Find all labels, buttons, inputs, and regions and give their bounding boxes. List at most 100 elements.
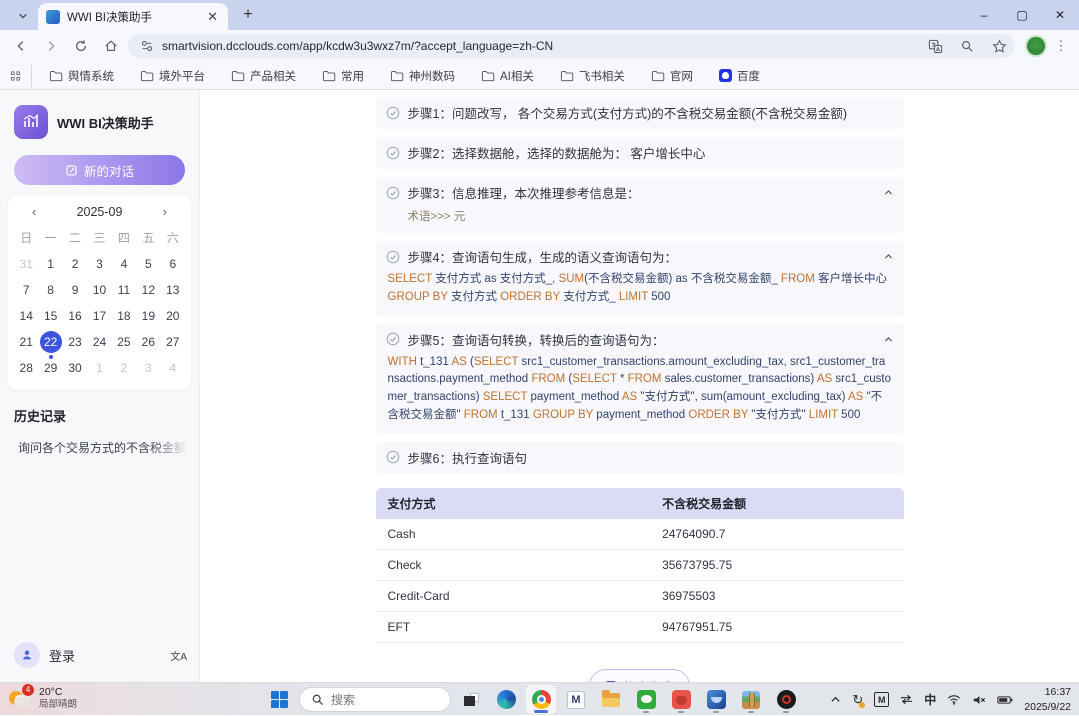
wifi-icon[interactable] bbox=[947, 694, 961, 705]
calendar-day[interactable]: 11 bbox=[112, 279, 136, 302]
tray-m-app-icon[interactable]: M bbox=[874, 692, 889, 707]
search-tabs-icon[interactable] bbox=[955, 35, 979, 57]
bookmark-item[interactable]: 境外平台 bbox=[131, 65, 214, 87]
markdown-app-button[interactable]: M bbox=[561, 685, 591, 714]
calendar-day[interactable]: 25 bbox=[112, 331, 136, 354]
bookmark-item[interactable]: 官网 bbox=[642, 65, 702, 87]
window-maximize-button[interactable]: ▢ bbox=[1003, 0, 1041, 30]
chevron-up-icon[interactable] bbox=[883, 251, 894, 262]
home-icon[interactable] bbox=[98, 33, 124, 59]
start-button[interactable] bbox=[264, 685, 294, 714]
battery-icon[interactable] bbox=[997, 695, 1013, 705]
task-view-button[interactable] bbox=[456, 685, 486, 714]
stop-generating-button[interactable]: 停止生成 bbox=[589, 669, 690, 682]
calendar-day[interactable]: 7 bbox=[14, 279, 38, 302]
window-close-button[interactable]: ✕ bbox=[1041, 0, 1079, 30]
new-chat-button[interactable]: 新的对话 bbox=[14, 155, 185, 185]
calendar-day[interactable]: 5 bbox=[136, 253, 160, 276]
taskbar-search[interactable] bbox=[299, 687, 451, 712]
language-switch-icon[interactable]: 文A bbox=[170, 648, 187, 663]
calendar-day[interactable]: 27 bbox=[161, 331, 185, 354]
calendar-day[interactable]: 9 bbox=[63, 279, 87, 302]
calendar-day[interactable]: 1 bbox=[87, 357, 111, 380]
file-explorer-button[interactable] bbox=[596, 685, 626, 714]
forward-icon[interactable] bbox=[38, 33, 64, 59]
bookmark-item[interactable]: 神州数码 bbox=[381, 65, 464, 87]
step-row[interactable]: 步骤2：选择数据舱，选择的数据舱为： 客户增长中心 bbox=[376, 137, 904, 169]
calendar-day[interactable]: 22 bbox=[38, 331, 62, 354]
calendar-day[interactable]: 2 bbox=[63, 253, 87, 276]
edge-button[interactable] bbox=[491, 685, 521, 714]
archive-app-button[interactable] bbox=[736, 685, 766, 714]
history-item[interactable]: 询问各个交易方式的不含税金额 bbox=[18, 435, 189, 460]
bookmark-item[interactable]: 常用 bbox=[313, 65, 373, 87]
calendar-day[interactable]: 28 bbox=[14, 357, 38, 380]
cat-app-button[interactable] bbox=[666, 685, 696, 714]
blue-app-button[interactable] bbox=[701, 685, 731, 714]
calendar-day[interactable]: 31 bbox=[14, 253, 38, 276]
bookmark-item[interactable]: 舆情系统 bbox=[40, 65, 123, 87]
url-text[interactable]: smartvision.dcclouds.com/app/kcdw3u3wxz7… bbox=[162, 39, 915, 53]
input-method-indicator[interactable]: 中 bbox=[924, 691, 936, 708]
window-minimize-button[interactable]: – bbox=[965, 0, 1003, 30]
calendar-day[interactable]: 8 bbox=[38, 279, 62, 302]
calendar-day[interactable]: 17 bbox=[87, 305, 111, 328]
bookmark-item[interactable]: 产品相关 bbox=[222, 65, 305, 87]
calendar-day[interactable]: 4 bbox=[112, 253, 136, 276]
calendar-day[interactable]: 24 bbox=[87, 331, 111, 354]
calendar-day[interactable]: 20 bbox=[161, 305, 185, 328]
calendar-day[interactable]: 1 bbox=[38, 253, 62, 276]
music-app-button[interactable] bbox=[771, 685, 801, 714]
calendar-next-icon[interactable]: › bbox=[159, 204, 171, 219]
calendar-day[interactable]: 15 bbox=[38, 305, 62, 328]
calendar-prev-icon[interactable]: ‹ bbox=[28, 204, 40, 219]
bookmark-item[interactable]: AI相关 bbox=[472, 65, 543, 87]
bookmark-star-icon[interactable] bbox=[987, 35, 1011, 57]
calendar-day[interactable]: 4 bbox=[161, 357, 185, 380]
calendar-day[interactable]: 3 bbox=[87, 253, 111, 276]
calendar-day[interactable]: 6 bbox=[161, 253, 185, 276]
calendar-day[interactable]: 3 bbox=[136, 357, 160, 380]
profile-avatar[interactable] bbox=[1025, 35, 1047, 57]
calendar-day[interactable]: 14 bbox=[14, 305, 38, 328]
bookmark-item[interactable]: 飞书相关 bbox=[551, 65, 634, 87]
calendar-day[interactable]: 26 bbox=[136, 331, 160, 354]
calendar-day[interactable]: 2 bbox=[112, 357, 136, 380]
calendar-day[interactable]: 12 bbox=[136, 279, 160, 302]
new-tab-button[interactable]: + bbox=[236, 3, 260, 27]
site-info-icon[interactable] bbox=[140, 39, 154, 53]
browser-menu-icon[interactable]: ⋮ bbox=[1051, 35, 1071, 57]
step-row[interactable]: 步骤1：问题改写， 各个交易方式(支付方式)的不含税交易金额(不含税交易金额) bbox=[376, 97, 904, 129]
chevron-up-icon[interactable] bbox=[883, 187, 894, 198]
taskbar-weather-widget[interactable]: 4 20°C 局部晴朗 bbox=[8, 686, 77, 711]
back-icon[interactable] bbox=[8, 33, 34, 59]
chrome-button[interactable] bbox=[526, 685, 556, 714]
wechat-button[interactable] bbox=[631, 685, 661, 714]
taskbar-clock[interactable]: 16:37 2025/9/22 bbox=[1024, 685, 1071, 713]
calendar-day[interactable]: 13 bbox=[161, 279, 185, 302]
step-row[interactable]: 步骤6：执行查询语句 bbox=[376, 442, 904, 474]
calendar-day[interactable]: 16 bbox=[63, 305, 87, 328]
bookmark-item[interactable]: 百度 bbox=[710, 65, 769, 87]
calendar-day[interactable]: 18 bbox=[112, 305, 136, 328]
volume-muted-icon[interactable] bbox=[972, 694, 986, 706]
calendar-day[interactable]: 29 bbox=[38, 357, 62, 380]
chevron-up-icon[interactable] bbox=[883, 334, 894, 345]
calendar-day[interactable]: 23 bbox=[63, 331, 87, 354]
calendar-day[interactable]: 19 bbox=[136, 305, 160, 328]
step-row[interactable]: 步骤5：查询语句转换，转换后的查询语句为：WITH t_131 AS (SELE… bbox=[376, 324, 904, 434]
reload-icon[interactable] bbox=[68, 33, 94, 59]
taskbar-search-input[interactable] bbox=[331, 693, 431, 707]
tray-expand-icon[interactable] bbox=[830, 694, 841, 705]
calendar-day[interactable]: 30 bbox=[63, 357, 87, 380]
step-row[interactable]: 步骤4：查询语句生成，生成的语义查询语句为：SELECT 支付方式 as 支付方… bbox=[376, 241, 904, 316]
address-bar[interactable]: smartvision.dcclouds.com/app/kcdw3u3wxz7… bbox=[128, 34, 1015, 58]
login-row[interactable]: 登录 文A bbox=[14, 642, 187, 668]
calendar-day[interactable]: 21 bbox=[14, 331, 38, 354]
sync-status-icon[interactable]: ↻ bbox=[852, 692, 863, 708]
network-activity-icon[interactable] bbox=[900, 694, 913, 705]
step-row[interactable]: 步骤3：信息推理，本次推理参考信息是：术语>>> 元 bbox=[376, 177, 904, 233]
browser-tab[interactable]: WWI BI决策助手 ✕ bbox=[38, 3, 228, 30]
apps-grid-icon[interactable] bbox=[10, 65, 32, 87]
calendar-day[interactable]: 10 bbox=[87, 279, 111, 302]
